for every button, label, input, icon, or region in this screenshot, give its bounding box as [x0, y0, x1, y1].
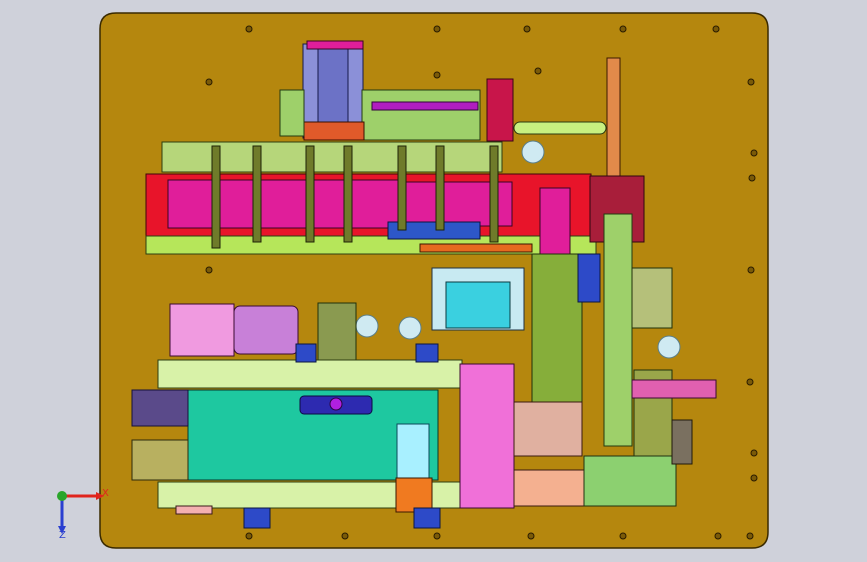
right-tall-olive [631, 267, 673, 329]
orange-strip [419, 243, 533, 253]
z-axis-label: Z [59, 530, 66, 541]
gray-block-right [671, 419, 693, 465]
top-cap [306, 40, 364, 50]
right-pink-bar[interactable] [631, 379, 717, 399]
motor-end [233, 305, 299, 355]
left-tan-clamp[interactable] [131, 439, 189, 481]
magenta-panel[interactable] [167, 179, 399, 229]
purple-slider[interactable] [371, 101, 479, 111]
origin-sphere-icon [329, 397, 343, 411]
orange-block[interactable] [303, 121, 365, 141]
top-green-block[interactable] [361, 89, 481, 141]
x-axis-label: X [102, 488, 109, 499]
green-slide-column[interactable] [603, 213, 633, 447]
green-base-right [583, 455, 677, 507]
left-gray-clamp[interactable] [131, 389, 189, 427]
left-green-tab [279, 89, 305, 137]
crimson-block[interactable] [486, 78, 514, 142]
motor-body[interactable] [169, 303, 235, 357]
olive-column[interactable] [531, 253, 583, 411]
y-axis-dot [57, 491, 67, 501]
pink-bracket [513, 401, 583, 457]
left-pink-tab [175, 505, 213, 515]
coordinate-triad: X Z [48, 480, 109, 541]
orange-base-tab[interactable] [395, 477, 433, 513]
cyan-cylinders [396, 423, 430, 481]
green-shaft [513, 121, 607, 135]
cyan-fixture-inner [445, 281, 511, 329]
lower-rails-top [157, 359, 463, 389]
assembly-drawing [99, 12, 769, 549]
cad-viewport[interactable]: X Z [0, 0, 867, 562]
pink-module[interactable] [459, 363, 515, 509]
